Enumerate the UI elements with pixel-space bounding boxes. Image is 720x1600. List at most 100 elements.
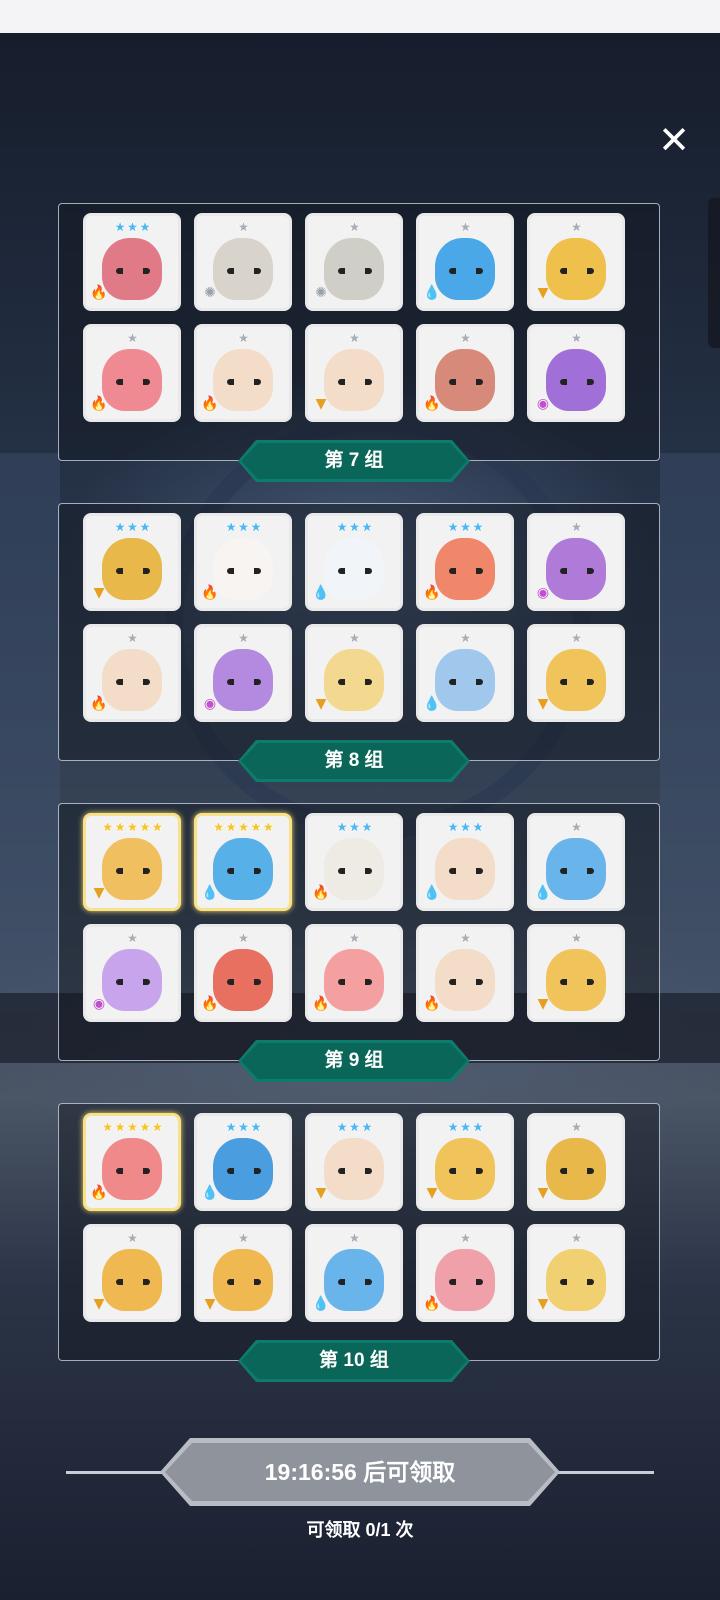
star-rating-icon: ★★★ — [224, 1118, 263, 1136]
wind-element-icon: ▼ — [93, 1296, 105, 1312]
hero-card[interactable]: ★★★ ▼ — [83, 513, 181, 611]
wind-element-icon: ▼ — [93, 885, 105, 901]
hero-card[interactable]: ★ ▼ — [305, 324, 403, 422]
hero-card[interactable]: ★★★ 🔥 — [416, 513, 514, 611]
hero-card[interactable]: ★★★ 🔥 — [83, 213, 181, 311]
water-element-icon: 💧 — [312, 1296, 330, 1312]
claim-count-text: 可领取 0/1 次 — [306, 1520, 414, 1540]
hero-eyes — [338, 1168, 372, 1174]
hero-card[interactable]: ★ 💧 — [527, 813, 625, 911]
star-rating-icon: ★★★ — [446, 518, 485, 536]
star-rating-icon: ★ — [569, 818, 584, 836]
star-rating-icon: ★★★ — [446, 1118, 485, 1136]
hero-card[interactable]: ★★★ 💧 — [194, 1113, 292, 1211]
star-rating-icon: ★ — [347, 1229, 362, 1247]
hero-card[interactable]: ★★★★★ ▼ — [83, 813, 181, 911]
hero-eyes — [449, 679, 483, 685]
hero-card[interactable]: ★ ◉ — [527, 513, 625, 611]
hero-eyes — [227, 379, 261, 385]
hero-eyes — [227, 268, 261, 274]
hero-card[interactable]: ★★★★★ 💧 — [194, 813, 292, 911]
star-rating-icon: ★ — [569, 329, 584, 347]
hero-eyes — [560, 568, 594, 574]
hero-eyes — [449, 379, 483, 385]
wind-element-icon: ▼ — [315, 696, 327, 712]
star-rating-icon: ★ — [569, 518, 584, 536]
hero-eyes — [560, 1168, 594, 1174]
group-label: 第 8 组 — [324, 750, 384, 771]
star-rating-icon: ★★★ — [335, 1118, 374, 1136]
hero-card[interactable]: ★★★ ▼ — [305, 1113, 403, 1211]
hero-card[interactable]: ★ ▼ — [83, 1224, 181, 1322]
hero-card[interactable]: ★ 💧 — [416, 213, 514, 311]
claim-timer-button[interactable]: 19:16:56 后可领取 — [160, 1438, 560, 1506]
hero-eyes — [227, 679, 261, 685]
hero-card[interactable]: ★★★ 🔥 — [194, 513, 292, 611]
hero-card[interactable]: ★★★★★ 🔥 — [83, 1113, 181, 1211]
hero-card[interactable]: ★ ◉ — [194, 624, 292, 722]
hero-card[interactable]: ★ ▼ — [527, 1224, 625, 1322]
hero-eyes — [338, 868, 372, 874]
hero-eyes — [449, 268, 483, 274]
light-element-icon: ✺ — [315, 285, 327, 301]
hero-card[interactable]: ★ ✺ — [194, 213, 292, 311]
group-label: 第 10 组 — [319, 1350, 389, 1371]
fire-element-icon: 🔥 — [90, 285, 108, 301]
hero-eyes — [338, 679, 372, 685]
hero-eyes — [560, 868, 594, 874]
fire-element-icon: 🔥 — [423, 996, 441, 1012]
hero-card[interactable]: ★ 🔥 — [83, 324, 181, 422]
hero-eyes — [338, 979, 372, 985]
hero-card[interactable]: ★★★ ▼ — [416, 1113, 514, 1211]
star-rating-icon: ★★★★★ — [100, 818, 165, 836]
water-element-icon: 💧 — [423, 285, 441, 301]
close-icon[interactable]: ✕ — [652, 118, 696, 162]
hero-eyes — [560, 1279, 594, 1285]
fire-element-icon: 🔥 — [201, 396, 219, 412]
light-element-icon: ✺ — [204, 285, 216, 301]
star-rating-icon: ★ — [569, 1118, 584, 1136]
hero-eyes — [560, 679, 594, 685]
star-rating-icon: ★ — [236, 929, 251, 947]
hero-card[interactable]: ★★★ 💧 — [416, 813, 514, 911]
fire-element-icon: 🔥 — [312, 885, 330, 901]
hero-card[interactable]: ★★★ 🔥 — [305, 813, 403, 911]
star-rating-icon: ★ — [569, 1229, 584, 1247]
star-rating-icon: ★ — [458, 1229, 473, 1247]
arcane-element-icon: ◉ — [203, 696, 217, 712]
star-rating-icon: ★ — [236, 629, 251, 647]
hero-card[interactable]: ★ ◉ — [527, 324, 625, 422]
hero-card[interactable]: ★ 🔥 — [83, 624, 181, 722]
hero-eyes — [116, 568, 150, 574]
hero-card[interactable]: ★ 💧 — [305, 1224, 403, 1322]
claim-timer-label: 19:16:56 后可领取 — [165, 1443, 555, 1501]
hero-card[interactable]: ★ ▼ — [527, 924, 625, 1022]
hero-card[interactable]: ★ ▼ — [527, 624, 625, 722]
side-drawer-handle[interactable] — [708, 198, 720, 348]
water-element-icon: 💧 — [423, 885, 441, 901]
star-rating-icon: ★ — [125, 329, 140, 347]
hero-card[interactable]: ★★★ 💧 — [305, 513, 403, 611]
hero-card[interactable]: ★ ✺ — [305, 213, 403, 311]
hero-card[interactable]: ★ 🔥 — [194, 324, 292, 422]
hero-card[interactable]: ★ ▼ — [305, 624, 403, 722]
hero-card[interactable]: ★ 🔥 — [194, 924, 292, 1022]
hero-card[interactable]: ★ ▼ — [527, 213, 625, 311]
group-label-banner: 第 9 组 — [238, 1040, 470, 1082]
star-rating-icon: ★ — [236, 218, 251, 236]
hero-card[interactable]: ★ 🔥 — [416, 1224, 514, 1322]
water-element-icon: 💧 — [534, 885, 552, 901]
hero-card[interactable]: ★ 🔥 — [416, 324, 514, 422]
hero-card[interactable]: ★ ▼ — [527, 1113, 625, 1211]
wind-element-icon: ▼ — [204, 1296, 216, 1312]
hero-card[interactable]: ★ 🔥 — [305, 924, 403, 1022]
wind-element-icon: ▼ — [537, 285, 549, 301]
hero-card[interactable]: ★ ▼ — [194, 1224, 292, 1322]
hero-card[interactable]: ★ ◉ — [83, 924, 181, 1022]
star-rating-icon: ★★★ — [335, 818, 374, 836]
hero-card[interactable]: ★ 💧 — [416, 624, 514, 722]
wind-element-icon: ▼ — [537, 696, 549, 712]
hero-card[interactable]: ★ 🔥 — [416, 924, 514, 1022]
hero-eyes — [116, 1279, 150, 1285]
hero-eyes — [116, 679, 150, 685]
